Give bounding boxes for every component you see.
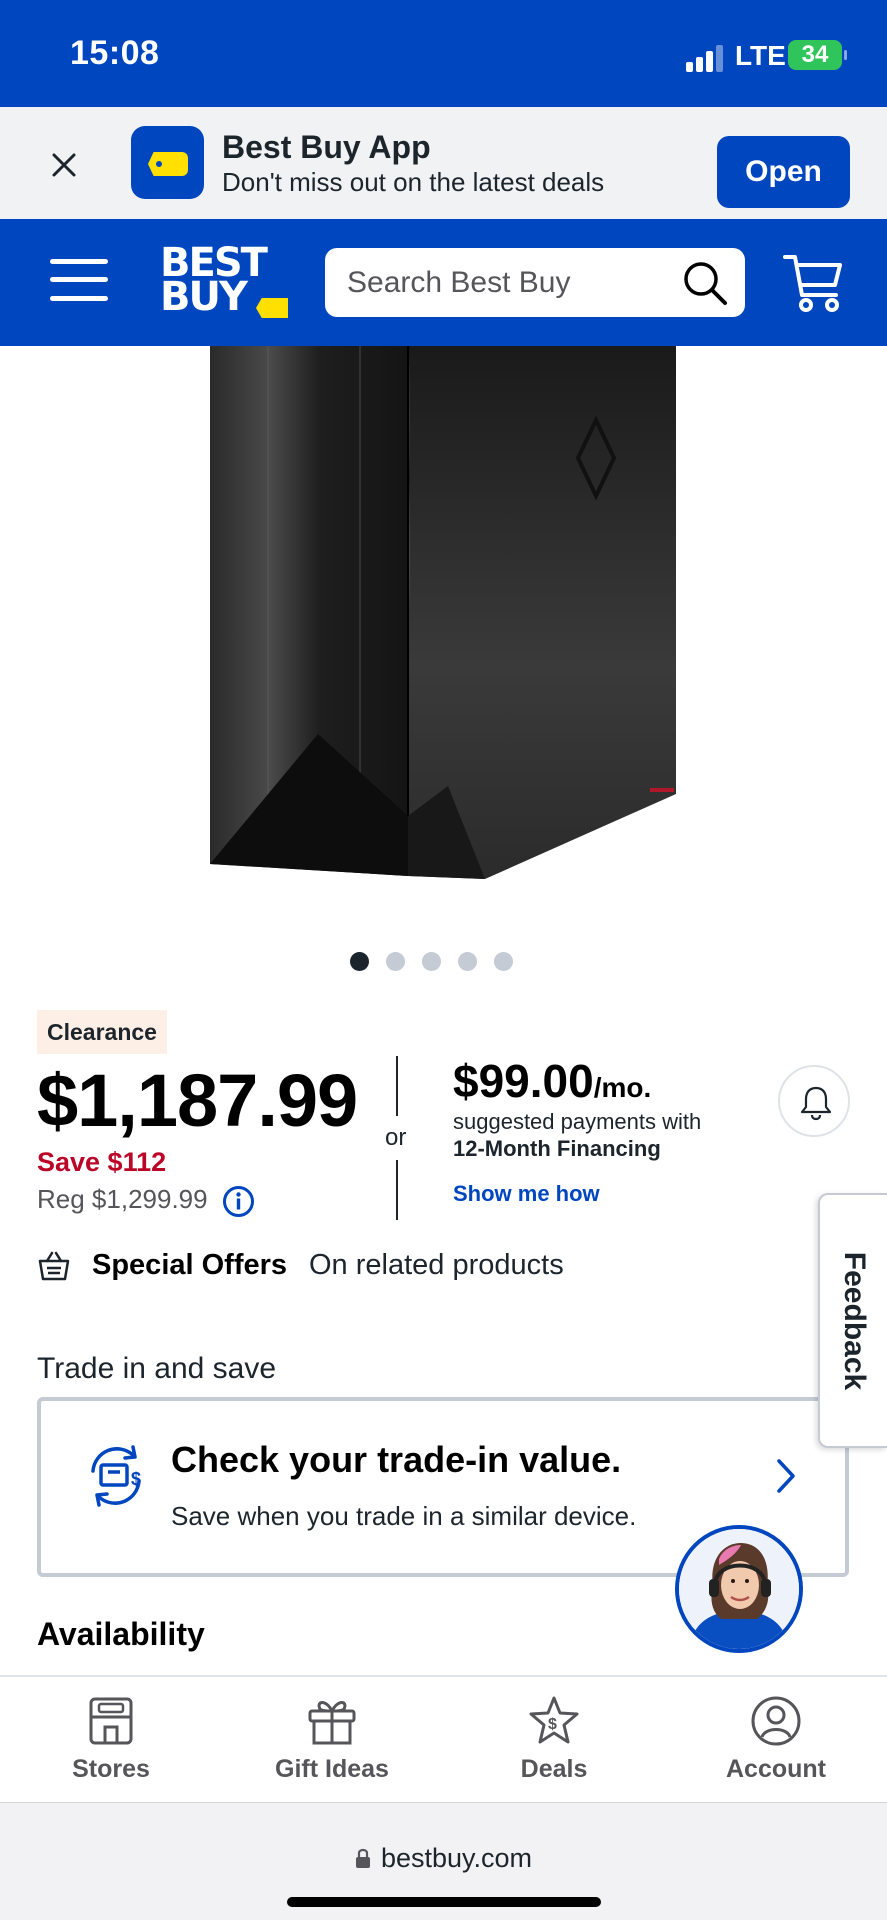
logo-tag-icon — [256, 298, 288, 318]
status-time: 15:08 — [70, 34, 160, 72]
app-install-banner: Best Buy App Don't miss out on the lates… — [0, 107, 887, 219]
status-bar: 15:08 LTE 34 — [0, 0, 887, 107]
search-box — [325, 248, 745, 317]
menu-icon[interactable] — [50, 257, 108, 303]
info-icon[interactable] — [222, 1185, 255, 1218]
trade-in-title: Check your trade-in value. — [171, 1439, 622, 1480]
deals-star-icon: $ — [529, 1696, 579, 1744]
nav-stores-label: Stores — [72, 1755, 150, 1783]
desktop-tower-image — [210, 346, 676, 879]
shopping-basket-icon — [38, 1251, 70, 1281]
availability-heading: Availability — [37, 1616, 205, 1652]
nav-gift-ideas-label: Gift Ideas — [275, 1755, 389, 1783]
price-divider — [396, 1056, 398, 1116]
trade-in-heading: Trade in and save — [37, 1352, 277, 1385]
trade-in-subtitle: Save when you trade in a similar device. — [171, 1501, 637, 1531]
carousel-dot[interactable] — [458, 952, 477, 971]
best-buy-app-icon — [131, 126, 204, 199]
nav-deals[interactable]: $ Deals — [464, 1695, 644, 1795]
suggested-payments-text: suggested payments with — [453, 1109, 702, 1134]
account-icon — [751, 1696, 801, 1746]
close-icon[interactable] — [44, 145, 84, 185]
carousel-dot[interactable] — [494, 952, 513, 971]
cart-icon[interactable] — [782, 251, 846, 315]
savings-amount: Save $112 — [37, 1147, 167, 1177]
monthly-payment: $99.00/mo. — [453, 1054, 651, 1108]
chevron-right-icon — [777, 1459, 795, 1493]
nav-stores[interactable]: Stores — [21, 1695, 201, 1795]
search-icon[interactable] — [680, 258, 730, 308]
url-display[interactable]: bestbuy.com — [0, 1843, 887, 1874]
banner-title: Best Buy App — [222, 129, 431, 165]
carousel-dot[interactable] — [350, 952, 369, 971]
bell-icon — [800, 1086, 832, 1121]
store-icon — [89, 1697, 133, 1745]
show-me-how-link[interactable]: Show me how — [453, 1181, 600, 1207]
banner-subtitle: Don't miss out on the latest deals — [222, 167, 605, 197]
or-separator: or — [385, 1124, 407, 1151]
home-indicator[interactable] — [287, 1897, 601, 1907]
price-alert-button[interactable] — [778, 1065, 850, 1137]
gift-icon — [308, 1701, 356, 1745]
financing-term: 12-Month Financing — [453, 1136, 661, 1161]
carousel-dot[interactable] — [422, 952, 441, 971]
clearance-badge: Clearance — [37, 1010, 167, 1054]
chat-assistant-avatar[interactable] — [675, 1525, 803, 1653]
url-text: bestbuy.com — [380, 1843, 533, 1873]
browser-url-bar[interactable]: bestbuy.com — [0, 1802, 887, 1920]
cellular-signal-icon — [686, 44, 724, 72]
special-offers-label[interactable]: Special Offers — [92, 1249, 287, 1282]
nav-account[interactable]: Account — [686, 1695, 866, 1795]
network-type: LTE — [735, 40, 786, 71]
regular-price: Reg $1,299.99 — [37, 1184, 208, 1214]
monthly-amount: $99.00 — [453, 1055, 594, 1107]
feedback-tab[interactable]: Feedback — [818, 1193, 887, 1448]
site-header: BEST BUY — [0, 219, 887, 346]
battery-icon: 34 — [788, 40, 847, 70]
nav-account-label: Account — [726, 1755, 826, 1783]
bottom-navigation: Stores Gift Ideas $ Deals Account — [0, 1675, 887, 1802]
trade-in-icon: $ — [91, 1445, 141, 1507]
product-price: $1,187.99 — [37, 1059, 358, 1142]
best-buy-logo[interactable]: BEST BUY — [160, 243, 290, 321]
monthly-unit: /mo. — [593, 1072, 652, 1103]
product-image[interactable] — [0, 346, 887, 906]
nav-deals-label: Deals — [520, 1755, 588, 1783]
special-offers-text[interactable]: On related products — [309, 1249, 564, 1282]
agent-portrait-icon — [679, 1529, 799, 1649]
svg-text:$: $ — [131, 1469, 141, 1489]
search-input[interactable] — [347, 248, 667, 317]
feedback-label: Feedback — [837, 1251, 871, 1390]
battery-level: 34 — [801, 41, 829, 68]
nav-gift-ideas[interactable]: Gift Ideas — [242, 1695, 422, 1795]
open-app-button[interactable]: Open — [717, 136, 850, 208]
svg-text:$: $ — [548, 1716, 557, 1733]
price-divider — [396, 1160, 398, 1220]
carousel-dot[interactable] — [386, 952, 405, 971]
lock-icon — [355, 1848, 370, 1868]
